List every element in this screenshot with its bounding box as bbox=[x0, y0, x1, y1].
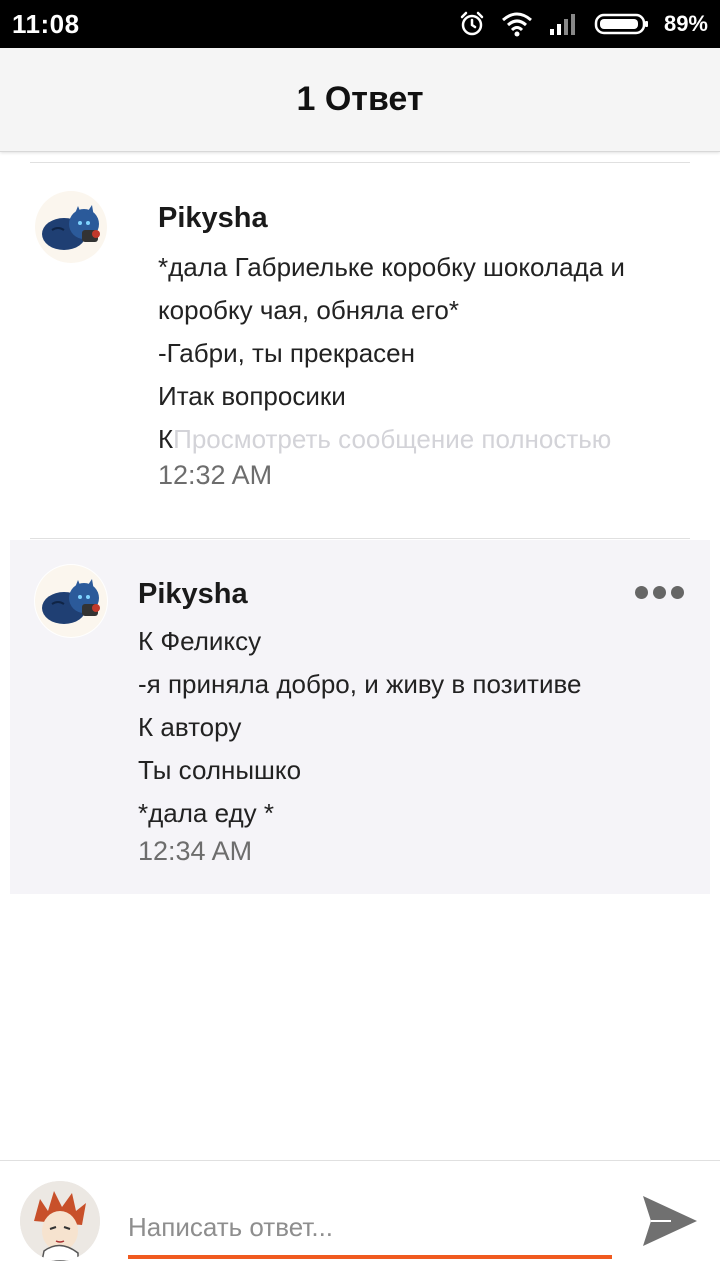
battery-percent: 89% bbox=[663, 11, 708, 36]
signal-icon bbox=[548, 11, 580, 37]
message-line: *дала Габриельке коробку шоколада и bbox=[158, 252, 625, 282]
send-button[interactable] bbox=[640, 1191, 700, 1251]
page-title: 1 Ответ bbox=[296, 80, 424, 118]
header-bar: 1 Ответ bbox=[0, 48, 720, 152]
truncated-text: К bbox=[158, 424, 174, 454]
send-icon bbox=[643, 1196, 697, 1246]
message-text: *дала Габриельке коробку шоколада и коро… bbox=[158, 246, 625, 461]
status-bar: 11:08 89% bbox=[0, 0, 720, 48]
alarm-icon bbox=[458, 10, 486, 38]
battery-icon bbox=[594, 12, 650, 36]
message-line-truncated: КПросмотреть сообщение полностью bbox=[158, 418, 625, 461]
message-line: К автору bbox=[138, 712, 242, 742]
message-line: -Габри, ты прекрасен bbox=[158, 338, 415, 368]
message-line: К Феликсу bbox=[138, 626, 262, 656]
message-text: К Феликсу -я приняла добро, и живу в поз… bbox=[138, 620, 581, 835]
wifi-icon bbox=[500, 10, 534, 38]
message-line: Итак вопросики bbox=[158, 381, 346, 411]
status-icons: 89% bbox=[458, 10, 708, 38]
divider bbox=[30, 538, 690, 539]
divider bbox=[30, 162, 690, 163]
message-item-highlighted[interactable]: Pikysha К Феликсу -я приняла добро, и жи… bbox=[10, 540, 710, 894]
user-avatar[interactable] bbox=[20, 1181, 100, 1261]
dot bbox=[671, 586, 684, 599]
message-line: Ты солнышко bbox=[138, 755, 302, 785]
dot bbox=[653, 586, 666, 599]
message-line: *дала еду * bbox=[138, 798, 275, 828]
avatar[interactable] bbox=[34, 190, 108, 264]
reply-thread-screen: 11:08 89% 1 Ответ Pikysha *дала Габриель… bbox=[0, 0, 720, 1280]
message-item[interactable]: Pikysha *дала Габриельке коробку шоколад… bbox=[10, 178, 710, 518]
message-timestamp: 12:32 AM bbox=[158, 460, 273, 490]
message-line: коробку чая, обняла его* bbox=[158, 295, 459, 325]
author-name[interactable]: Pikysha bbox=[138, 578, 248, 611]
reply-input[interactable] bbox=[128, 1199, 612, 1259]
message-timestamp: 12:34 AM bbox=[138, 836, 253, 866]
more-options-icon[interactable] bbox=[635, 586, 684, 599]
reply-composer bbox=[0, 1160, 720, 1280]
message-line: -я приняла добро, и живу в позитиве bbox=[138, 669, 582, 699]
dot bbox=[635, 586, 648, 599]
status-time: 11:08 bbox=[12, 8, 80, 39]
avatar[interactable] bbox=[34, 564, 108, 638]
author-name[interactable]: Pikysha bbox=[158, 202, 268, 235]
view-full-message-link[interactable]: Просмотреть сообщение полностью bbox=[173, 424, 611, 454]
